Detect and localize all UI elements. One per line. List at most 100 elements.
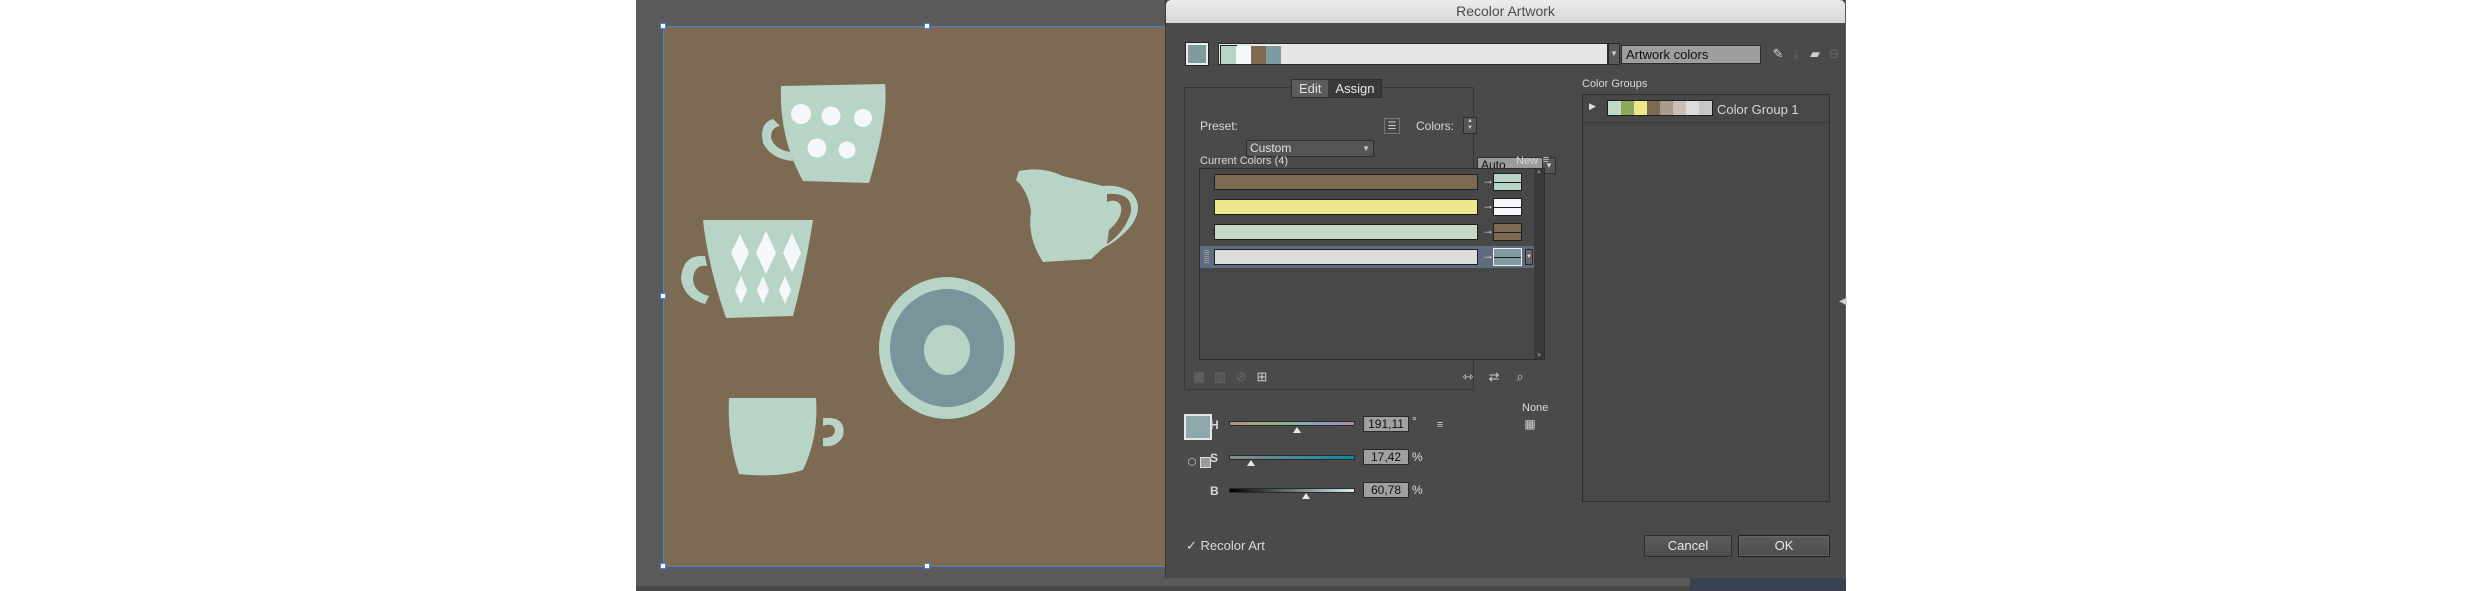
chevron-down-icon: ▼ (1362, 144, 1370, 153)
colors-stepper[interactable]: ▲ ▼ (1463, 117, 1477, 134)
eyedropper-icon[interactable]: ✎ (1770, 46, 1786, 62)
ok-button[interactable]: OK (1738, 535, 1830, 557)
color-group-row[interactable]: ▶ Color Group 1 (1583, 95, 1829, 123)
small-cup[interactable] (728, 398, 844, 476)
hue-unit: ° (1412, 414, 1417, 428)
list-options-menu-icon[interactable]: ≡ (1538, 152, 1554, 168)
hue-slider-thumb[interactable] (1293, 427, 1301, 433)
color-group-swatches (1607, 100, 1713, 116)
color-groups-panel: ▶ Color Group 1 (1582, 94, 1830, 502)
selection-handle-top-left[interactable] (660, 23, 666, 29)
creamer-pitcher[interactable] (1016, 169, 1138, 262)
new-color-swatch[interactable] (1493, 173, 1522, 191)
color-group-swatch (1673, 101, 1686, 115)
brightness-unit: % (1412, 483, 1423, 497)
harmony-swatch[interactable] (1266, 46, 1281, 64)
new-row-icon[interactable]: ⊞ (1254, 369, 1270, 385)
color-group-name-field[interactable]: Artwork colors (1621, 45, 1761, 64)
saturation-value-field[interactable]: 17,42 (1363, 449, 1409, 465)
exclude-colors-icon[interactable]: ⊘ (1233, 369, 1249, 385)
color-mode-menu-icon[interactable]: ≡ (1432, 417, 1448, 433)
dialog-title: Recolor Artwork (1166, 0, 1845, 23)
diamond-cup[interactable] (681, 220, 813, 318)
hue-slider[interactable] (1229, 421, 1355, 426)
desktop-background-strip (1690, 578, 1846, 591)
merge-colors-icon[interactable]: ▦ (1191, 369, 1207, 385)
delete-trash-icon[interactable]: ⊖ (1826, 46, 1842, 62)
selection-handle-bottom-center[interactable] (924, 563, 930, 569)
colors-list-scrollbar[interactable]: ▲ ▼ (1534, 169, 1544, 359)
color-row[interactable]: → (1200, 196, 1522, 218)
color-reduction-options-icon[interactable]: ☰ (1384, 118, 1400, 134)
brightness-value-field[interactable]: 60,78 (1363, 482, 1409, 498)
selection-handle-middle-left[interactable] (660, 293, 666, 299)
harmony-swatch[interactable] (1251, 46, 1266, 64)
out-of-gamut-cube-icon[interactable]: ⬡ (1184, 455, 1200, 471)
color-group-swatch (1634, 101, 1647, 115)
current-color-bar[interactable] (1214, 224, 1478, 240)
color-row[interactable]: → (1200, 221, 1522, 243)
brightness-label: B (1210, 484, 1219, 498)
hue-value-field[interactable]: 191,11 (1363, 416, 1409, 432)
artwork[interactable] (663, 26, 1183, 566)
selection-top-edge (663, 26, 1183, 27)
save-changes-icon[interactable]: ⤓ (1788, 46, 1804, 62)
plate[interactable] (879, 277, 1015, 419)
saturation-unit: % (1412, 450, 1423, 464)
cancel-button[interactable]: Cancel (1644, 535, 1732, 557)
hue-label: H (1210, 418, 1219, 432)
artboard[interactable] (663, 26, 1183, 566)
harmony-swatch[interactable] (1220, 45, 1237, 65)
color-group-swatch (1686, 101, 1699, 115)
current-color-bar[interactable] (1214, 174, 1478, 190)
active-color-swatch[interactable] (1185, 42, 1209, 66)
tab-assign[interactable]: Assign (1328, 80, 1382, 97)
recolor-art-label: Recolor Art (1200, 538, 1265, 553)
recolor-artwork-dialog: Recolor Artwork ▼ Artwork colors ✎ ⤓ ▰ ⊖… (1165, 0, 1847, 578)
harmony-swatch[interactable] (1236, 46, 1251, 64)
preset-select-value: Custom (1250, 141, 1292, 155)
separate-colors-icon[interactable]: ▥ (1212, 369, 1228, 385)
selection-bottom-edge (663, 566, 1183, 567)
color-group-swatch (1621, 101, 1634, 115)
chevron-down-icon[interactable]: ▼ (1525, 249, 1533, 265)
current-colors-header: Current Colors (4) (1200, 155, 1289, 167)
new-colors-header: New (1516, 155, 1539, 167)
color-group-swatch (1608, 101, 1621, 115)
color-library-icon[interactable]: ▦ (1522, 416, 1538, 432)
color-row[interactable]: → (1200, 171, 1522, 193)
new-color-group-folder-icon[interactable]: ▰ (1807, 46, 1823, 62)
disclosure-triangle-icon[interactable]: ▶ (1589, 101, 1596, 112)
selection-handle-top-center[interactable] (924, 23, 930, 29)
scroll-up-icon[interactable]: ▲ (1534, 169, 1544, 175)
brightness-slider-thumb[interactable] (1302, 493, 1310, 499)
saturation-slider-thumb[interactable] (1247, 460, 1255, 466)
current-color-bar[interactable] (1214, 199, 1478, 215)
selection-handle-bottom-left[interactable] (660, 563, 666, 569)
randomly-change-color-order-icon[interactable]: ⇿ (1460, 369, 1476, 385)
collapse-panel-arrow-icon[interactable]: ◀ (1839, 296, 1847, 307)
harmony-rules-dropdown-button[interactable]: ▼ (1608, 43, 1620, 65)
harmony-rules-menu[interactable] (1218, 43, 1608, 65)
new-color-swatch[interactable] (1493, 248, 1522, 266)
color-group-swatch (1660, 101, 1673, 115)
current-color-bar[interactable] (1214, 249, 1478, 265)
polka-dot-cup[interactable] (762, 84, 886, 183)
randomly-change-saturation-brightness-icon[interactable]: ⇄ (1486, 369, 1502, 385)
brightness-slider[interactable] (1229, 488, 1355, 493)
color-groups-header: Color Groups (1582, 78, 1648, 90)
recolor-art-checkbox[interactable]: ✓ Recolor Art (1186, 538, 1265, 554)
find-colors-in-artwork-icon[interactable]: ⌕ (1512, 369, 1528, 385)
scroll-down-icon[interactable]: ▼ (1534, 353, 1544, 359)
new-color-swatch[interactable] (1493, 223, 1522, 241)
preset-label: Preset: (1200, 119, 1239, 133)
new-color-swatch[interactable] (1493, 198, 1522, 216)
current-color-swatch[interactable] (1184, 414, 1212, 440)
color-row-selected[interactable]: → ▼ (1200, 246, 1534, 268)
drag-handle-icon[interactable] (1204, 250, 1209, 264)
color-group-name: Color Group 1 (1717, 102, 1799, 117)
tab-edit[interactable]: Edit (1292, 80, 1329, 97)
checkmark-icon: ✓ (1186, 538, 1197, 553)
canvas-bottom-edge (636, 586, 1690, 591)
saturation-label: S (1210, 451, 1219, 465)
